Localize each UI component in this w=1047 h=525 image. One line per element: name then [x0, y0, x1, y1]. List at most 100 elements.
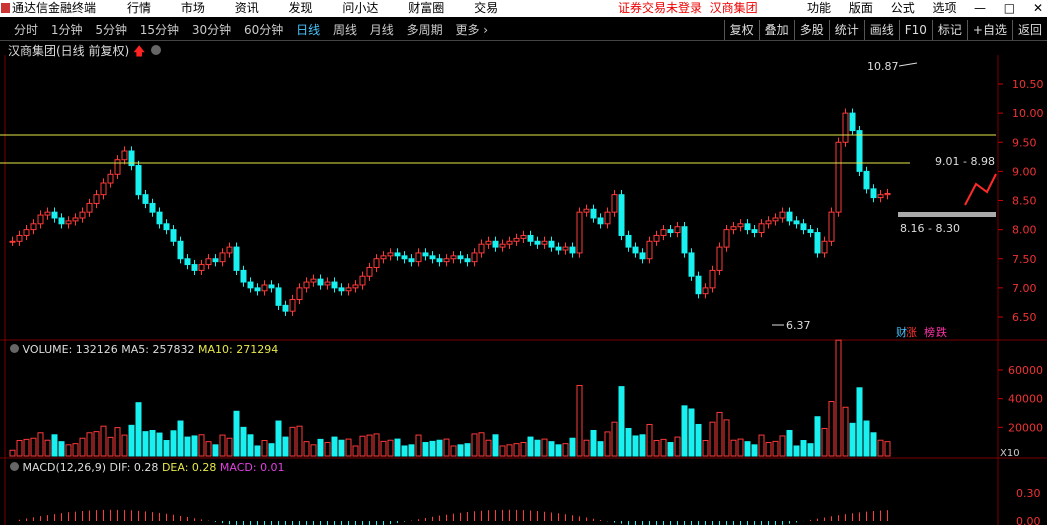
- candle-body: [254, 287, 261, 292]
- candle-body: [296, 287, 303, 301]
- candle-body: [688, 252, 695, 277]
- candle-body: [373, 258, 380, 268]
- volume-bar: [44, 439, 51, 457]
- volume-bar: [345, 438, 352, 457]
- candle-body: [65, 220, 72, 225]
- high-price-pointer: [898, 62, 918, 67]
- range-label-upper: 9.01 - 8.98: [935, 155, 995, 168]
- volume-bar: [37, 432, 44, 457]
- volume-bar: [23, 438, 30, 457]
- volume-bar: [709, 421, 716, 457]
- volume-bar: [835, 339, 842, 457]
- volume-bar: [751, 444, 758, 457]
- tag-zhang: 涨: [906, 326, 917, 339]
- candle-body: [275, 287, 282, 306]
- candle-body: [100, 182, 107, 196]
- candle-body: [695, 275, 702, 295]
- candle-body: [268, 284, 275, 289]
- volume-bar: [723, 419, 730, 457]
- volume-bar: [562, 443, 569, 457]
- candle-body: [772, 217, 779, 222]
- volume-bar: [478, 432, 485, 457]
- candle-body: [849, 112, 856, 132]
- candle-body: [723, 229, 730, 248]
- volume-settings-icon[interactable]: [10, 344, 19, 353]
- volume-tick-label: 40000: [1008, 393, 1043, 406]
- volume-bar: [863, 420, 870, 457]
- volume-bar: [65, 444, 72, 457]
- volume-bar: [100, 425, 107, 457]
- candle-body: [744, 223, 751, 231]
- volume-bar: [576, 384, 583, 457]
- volume-bar: [205, 441, 212, 457]
- candle-body: [653, 234, 660, 242]
- candle-body: [121, 150, 128, 161]
- low-price-label: 6.37: [786, 319, 811, 332]
- volume-bar: [72, 443, 79, 457]
- candle-body: [814, 232, 821, 254]
- candle-body: [499, 243, 506, 248]
- volume-bar: [163, 440, 170, 457]
- volume-bar: [870, 432, 877, 457]
- range-band: [898, 212, 996, 217]
- volume-bar: [275, 420, 282, 457]
- candle-body: [660, 229, 667, 236]
- volume-bar: [282, 436, 289, 457]
- kline-chart[interactable]: 10.50 10.00 9.50 9.00 8.50 8.00 7.50 7.00 6.50 60…: [0, 0, 1047, 525]
- candle-body: [114, 159, 121, 175]
- volume-bar: [506, 444, 513, 457]
- candle-body: [807, 229, 814, 234]
- volume-bar: [51, 434, 58, 457]
- candle-body: [212, 258, 219, 263]
- candle-body: [429, 255, 436, 260]
- candle-body: [380, 255, 387, 260]
- volume-bar: [408, 444, 415, 457]
- volume-bar: [149, 429, 156, 457]
- candle-body: [702, 287, 709, 295]
- candle-body: [534, 240, 541, 245]
- candle-body: [177, 240, 184, 260]
- volume-bar: [793, 445, 800, 457]
- volume-bar: [674, 436, 681, 457]
- volume-bar: [471, 433, 478, 457]
- volume-bar: [9, 449, 16, 457]
- volume-bar: [268, 443, 275, 457]
- macd-settings-icon[interactable]: [10, 462, 19, 471]
- candle-body: [16, 234, 23, 242]
- volume-bar: [877, 439, 884, 457]
- high-price-label: 10.87: [867, 60, 899, 73]
- volume-ma5: MA5: 257832: [121, 343, 195, 356]
- candle-body: [611, 194, 618, 213]
- candle-body: [352, 284, 359, 289]
- candle-body: [345, 287, 352, 292]
- candle-body: [79, 211, 86, 219]
- volume-bar: [142, 431, 149, 457]
- macd-bars: [19, 509, 888, 525]
- volume-bar: [737, 438, 744, 457]
- candle-body: [583, 208, 590, 213]
- volume-bar: [555, 444, 562, 457]
- candle-body: [184, 258, 191, 266]
- candle-body: [156, 211, 163, 225]
- volume-bar: [184, 436, 191, 457]
- candle-body: [821, 240, 828, 254]
- candle-body: [401, 255, 408, 260]
- volume-bar: [170, 430, 177, 457]
- volume-bar: [779, 435, 786, 457]
- volume-bar: [415, 434, 422, 457]
- candle-body: [793, 220, 800, 225]
- candle-body: [870, 188, 877, 199]
- candle-body: [338, 287, 345, 292]
- volume-bar: [611, 421, 618, 457]
- candle-body: [541, 240, 548, 245]
- volume-bar: [226, 437, 233, 457]
- volume-bar: [457, 444, 464, 457]
- volume-bar: [590, 429, 597, 457]
- volume-bar: [401, 445, 408, 457]
- candle-body: [709, 269, 716, 289]
- price-tick-label: 10.50: [1012, 78, 1044, 91]
- candle-body: [625, 234, 632, 248]
- candle-body: [884, 193, 891, 196]
- candle-body: [30, 223, 37, 231]
- tag-bang: 榜: [924, 325, 935, 339]
